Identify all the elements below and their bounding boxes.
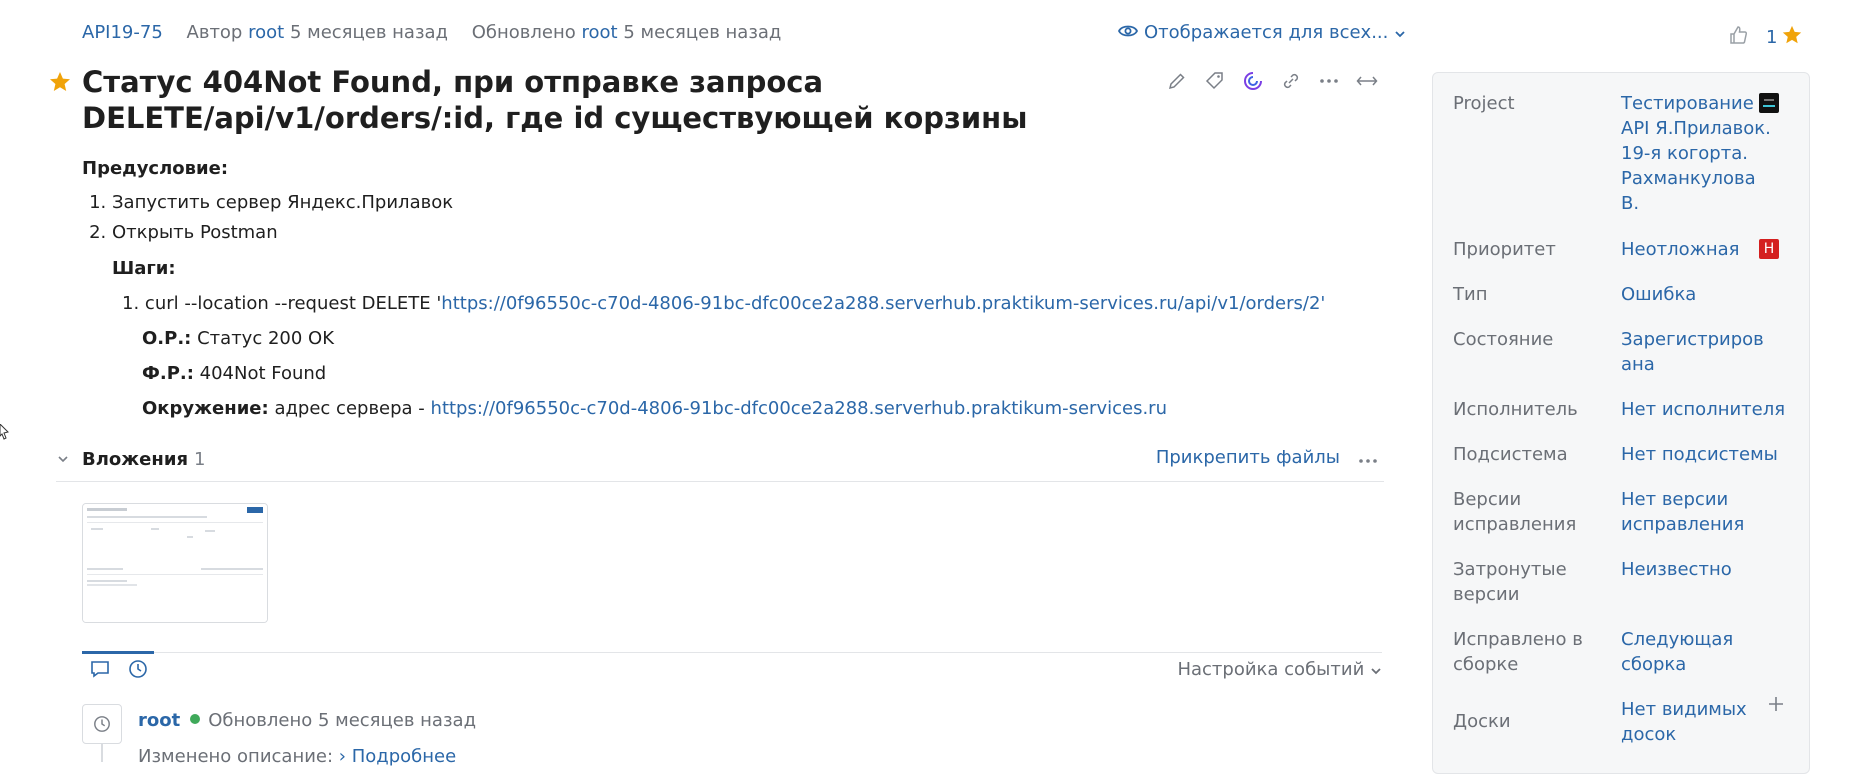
attach-files-button[interactable]: Прикрепить файлы — [1156, 447, 1340, 468]
link-icon[interactable] — [1280, 70, 1302, 92]
issue-meta: API19-75 Автор root 5 месяцев назад Обно… — [82, 22, 781, 43]
author-prefix: Автор — [186, 22, 243, 43]
collapse-chevron-icon[interactable] — [56, 451, 70, 470]
event-text: Обновлено 5 месяцев назад — [208, 710, 477, 731]
attachments-title[interactable]: Вложения 1 — [82, 449, 205, 470]
attachments-label: Вложения — [82, 449, 188, 470]
chevron-down-icon — [1394, 22, 1406, 43]
precondition-list: Запустить сервер Яндекс.Прилавок Открыть… — [82, 192, 1382, 244]
visibility-dropdown[interactable]: Отображается для всех... — [1117, 22, 1406, 43]
environment-label: Окружение: — [142, 398, 269, 419]
environment-prefix: адрес сервера - — [274, 398, 431, 419]
votes-area: 1 — [1728, 24, 1803, 51]
issue-fields-sidebar: Project Тестирование API Я.Прилавок. 19-… — [1432, 72, 1810, 774]
field-label: Project — [1453, 93, 1515, 114]
comments-tab-icon[interactable] — [90, 659, 110, 683]
expected-label: О.Р.: — [142, 328, 192, 349]
history-tab-icon[interactable] — [128, 659, 148, 683]
tag-icon[interactable] — [1204, 70, 1226, 92]
expected-result: О.Р.: Статус 200 OK — [142, 328, 334, 349]
attachments-more-icon[interactable] — [1358, 445, 1378, 469]
thumb-up-icon[interactable] — [1728, 25, 1748, 50]
step-url-link[interactable]: https://0f96550c-c70d-4806-91bc-dfc00ce2… — [441, 293, 1325, 314]
environment: Окружение: адрес сервера - https://0f965… — [142, 398, 1167, 419]
event-detail-text: Изменено описание: — [138, 746, 334, 767]
field-label: Приоритет — [1453, 239, 1556, 260]
priority-badge: Н — [1759, 239, 1779, 259]
activity-bar: Настройка событий — [82, 651, 1382, 685]
active-tab-indicator — [82, 651, 154, 654]
ai-assistant-icon[interactable] — [1242, 70, 1264, 92]
step-number: 1. — [122, 293, 140, 314]
field-value: Неизвестно — [1621, 559, 1732, 580]
edit-pencil-icon[interactable] — [1166, 70, 1188, 92]
field-label: Затронутые версии — [1453, 559, 1567, 605]
precondition-item: Запустить сервер Яндекс.Прилавок — [112, 192, 1382, 214]
issue-id-link[interactable]: API19-75 — [82, 22, 163, 43]
field-label: Подсистема — [1453, 444, 1568, 465]
project-avatar-icon — [1759, 93, 1779, 120]
updater-link[interactable]: root — [582, 22, 618, 43]
field-value: Нет версии исправления — [1621, 489, 1745, 535]
step-command: curl --location --request DELETE ' — [144, 293, 442, 314]
field-value: Неотложная — [1621, 239, 1740, 260]
field-value: Нет видимых досок — [1621, 699, 1747, 745]
event-settings-label: Настройка событий — [1177, 659, 1365, 680]
actual-value: 404Not Found — [199, 363, 327, 384]
field-label: Исполнитель — [1453, 399, 1578, 420]
precondition-item: Открыть Postman — [112, 222, 1382, 244]
field-value: Следующая сборка — [1621, 629, 1734, 675]
expected-value: Статус 200 OK — [197, 328, 334, 349]
event-user-link[interactable]: root — [138, 710, 180, 731]
event-more-link[interactable]: › Подробнее — [339, 746, 456, 767]
eye-icon — [1117, 22, 1139, 43]
event-header: root Обновлено 5 месяцев назад — [138, 710, 476, 731]
steps-heading: Шаги: — [112, 258, 176, 279]
favorite-star-icon[interactable] — [48, 70, 72, 98]
online-status-dot — [190, 714, 201, 724]
event-settings-dropdown[interactable]: Настройка событий — [1177, 659, 1382, 680]
add-board-plus-icon[interactable] — [1767, 695, 1785, 720]
field-value: Нет исполнителя — [1621, 399, 1786, 420]
updated-prefix: Обновлено — [471, 22, 576, 43]
attachments-header: Вложения 1 Прикрепить файлы — [56, 445, 1384, 482]
attachments-count: 1 — [194, 449, 206, 470]
precondition-heading: Предусловие: — [82, 158, 229, 179]
field-label: Доски — [1453, 711, 1511, 732]
event-clock-icon — [82, 704, 122, 744]
more-icon[interactable] — [1318, 70, 1340, 92]
event-detail: Изменено описание: › Подробнее — [138, 746, 456, 767]
actual-result: Ф.Р.: 404Not Found — [142, 363, 326, 384]
field-label: Исправлено в сборке — [1453, 629, 1583, 675]
updated-time: 5 месяцев назад — [623, 22, 782, 43]
star-icon — [1781, 24, 1803, 51]
field-value: Тестирование API Я.Прилавок. 19-я когорт… — [1621, 93, 1771, 214]
field-label: Версии исправления — [1453, 489, 1577, 535]
field-label: Состояние — [1453, 329, 1554, 350]
star-count-value: 1 — [1766, 27, 1778, 48]
field-value: Зарегистрирована — [1621, 329, 1764, 375]
created-time: 5 месяцев назад — [289, 22, 448, 43]
timeline-line — [101, 744, 103, 762]
field-value: Ошибка — [1621, 284, 1697, 305]
star-count[interactable]: 1 — [1766, 24, 1803, 51]
expand-horizontal-icon[interactable] — [1356, 70, 1378, 92]
actual-label: Ф.Р.: — [142, 363, 194, 384]
mouse-cursor-icon — [0, 423, 10, 446]
step-item: 1. curl --location --request DELETE 'htt… — [122, 293, 1325, 314]
author-link[interactable]: root — [248, 22, 284, 43]
field-label: Тип — [1453, 284, 1488, 305]
issue-title: Статус 404Not Found, при отправке запрос… — [82, 65, 1028, 135]
event-more-label: Подробнее — [351, 746, 457, 767]
environment-url-link[interactable]: https://0f96550c-c70d-4806-91bc-dfc00ce2… — [431, 398, 1167, 419]
chevron-down-icon — [1371, 668, 1381, 675]
visibility-label: Отображается для всех... — [1144, 22, 1389, 43]
issue-description: Предусловие: Запустить сервер Яндекс.При… — [82, 158, 1382, 252]
attachment-thumbnail[interactable] — [82, 503, 268, 623]
issue-toolbar — [1166, 70, 1378, 92]
field-value: Нет подсистемы — [1621, 444, 1778, 465]
